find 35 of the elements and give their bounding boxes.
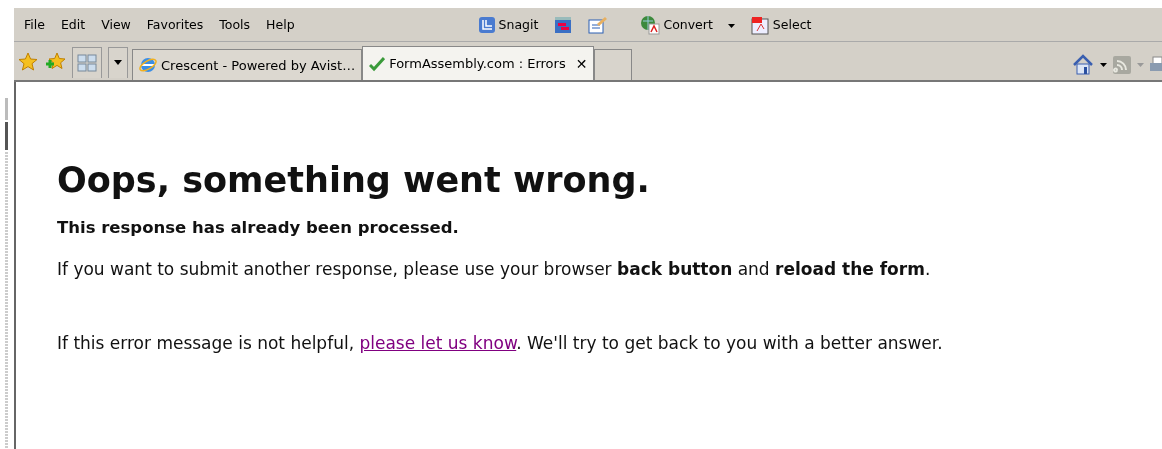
tab-list-button[interactable] xyxy=(108,46,128,78)
star-icon[interactable] xyxy=(18,52,38,72)
menu-item[interactable]: Edit xyxy=(52,17,94,32)
toolbar-button-label[interactable]: Snagit xyxy=(498,17,539,32)
home-icon[interactable] xyxy=(1072,54,1094,76)
caret-icon[interactable] xyxy=(727,23,735,28)
caret-icon[interactable] xyxy=(1100,63,1107,67)
notice-text: This response has already been processed. xyxy=(57,218,460,237)
error-heading: Oops, something went wrong. xyxy=(57,159,651,202)
feed-icon[interactable] xyxy=(1113,56,1131,74)
menu-item[interactable]: Tools xyxy=(211,17,259,32)
menu-item[interactable]: Favorites xyxy=(138,17,212,32)
menu-item[interactable]: Help xyxy=(258,17,303,32)
browser-logo-icon xyxy=(139,56,157,74)
quick-tabs-button[interactable] xyxy=(72,46,102,78)
instructions-text: If you want to submit another response, please use your browser back button and reload the form. xyxy=(57,259,932,279)
browser-tab[interactable]: FormAssembly.com : Errors ✕ xyxy=(362,46,595,80)
caret-icon[interactable] xyxy=(114,60,122,65)
globe-pdf-icon[interactable] xyxy=(640,14,661,35)
window-icon[interactable] xyxy=(554,15,573,34)
checkmark-icon xyxy=(369,55,386,72)
grid-icon[interactable] xyxy=(477,15,496,34)
toolbar-button-label[interactable]: Select xyxy=(772,17,812,32)
feedback-link[interactable]: please let us know xyxy=(359,333,517,353)
close-tab-button[interactable]: ✕ xyxy=(575,55,588,72)
select-page-icon[interactable] xyxy=(749,14,770,35)
menu-item[interactable]: File xyxy=(16,17,53,32)
new-tab-button[interactable] xyxy=(594,49,633,80)
browser-tab[interactable]: Crescent - Powered by Avist… xyxy=(132,49,363,80)
add-favorite-icon[interactable] xyxy=(44,52,66,72)
note-icon[interactable] xyxy=(588,15,609,34)
toolbar-button-label[interactable]: Convert xyxy=(663,17,713,32)
tiles-icon[interactable] xyxy=(77,53,97,72)
menu-item[interactable]: View xyxy=(93,17,139,32)
help-text: If this error message is not helpful, please let us know. We'll try to get back to you with a better answer. xyxy=(57,333,944,353)
